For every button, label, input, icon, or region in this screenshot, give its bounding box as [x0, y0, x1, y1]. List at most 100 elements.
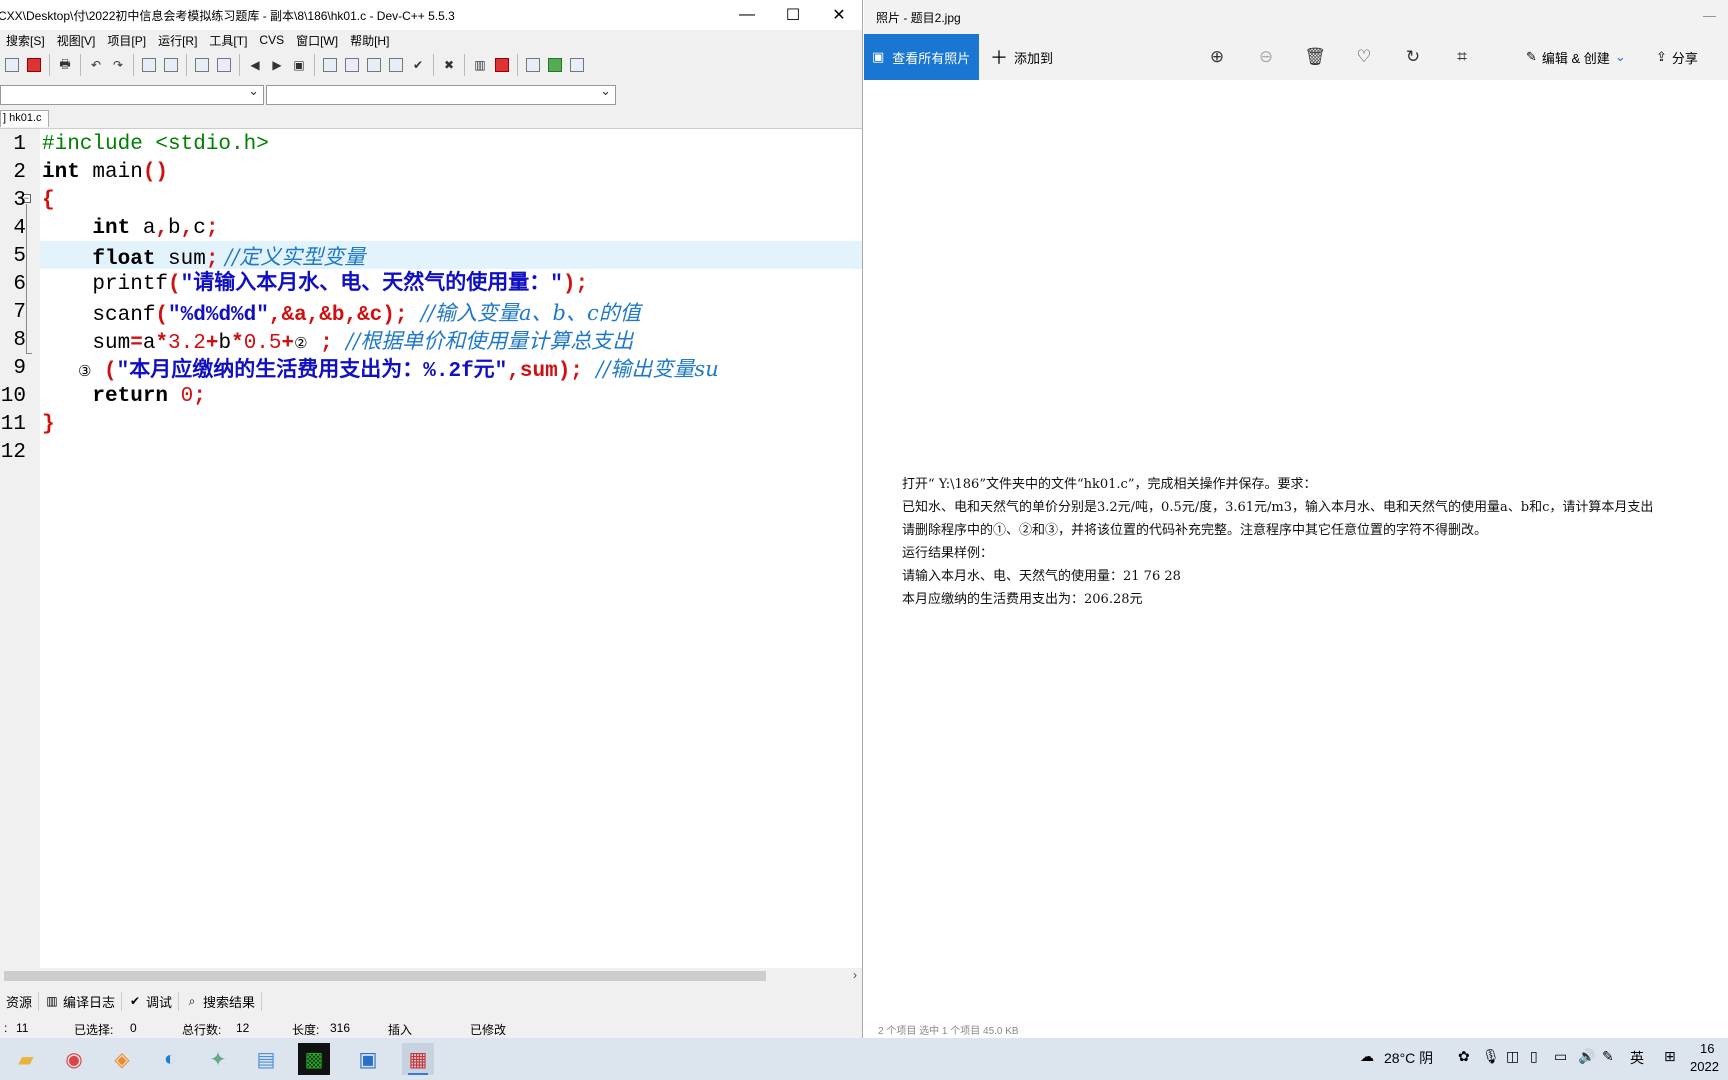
- close-all-icon[interactable]: [24, 55, 44, 75]
- clock-date[interactable]: 2022: [1690, 1059, 1719, 1074]
- add-to-button[interactable]: ＋ 添加到: [990, 34, 1053, 80]
- minimize-button[interactable]: —: [1703, 8, 1716, 23]
- menu-tools[interactable]: 工具[T]: [203, 32, 253, 49]
- code-line-3: {: [42, 187, 55, 215]
- pen-icon[interactable]: ✎: [1602, 1048, 1614, 1065]
- zoom-out-icon[interactable]: ⊖: [1255, 46, 1277, 68]
- tab-debug[interactable]: ✔ 调试: [122, 991, 180, 1011]
- info-icon[interactable]: [567, 55, 587, 75]
- app-icon[interactable]: ◈: [106, 1043, 138, 1075]
- zoom-in-icon[interactable]: ⊕: [1206, 46, 1228, 68]
- question-line: 已知水、电和天然气的单价分别是3.2元/吨，0.5元/度，3.61元/m3，输入…: [902, 500, 1654, 515]
- symbol-token: ;: [193, 385, 206, 408]
- class-combo[interactable]: [0, 83, 264, 105]
- stop-icon[interactable]: ✖: [439, 55, 459, 75]
- menu-search[interactable]: 搜索[S]: [0, 32, 51, 49]
- tray-app-icon[interactable]: ◫: [1506, 1048, 1519, 1065]
- bookmark-icon[interactable]: ▣: [289, 55, 309, 75]
- tab-hk01[interactable]: ] hk01.c: [0, 110, 49, 127]
- clock-time[interactable]: 16: [1700, 1041, 1714, 1056]
- tab-search-results[interactable]: ⌕ 搜索结果: [179, 991, 263, 1011]
- scrollbar-thumb[interactable]: [4, 971, 766, 981]
- ime-mode-icon[interactable]: ⊞: [1664, 1048, 1676, 1065]
- chart-icon[interactable]: ▥: [470, 55, 490, 75]
- export-icon[interactable]: [545, 55, 565, 75]
- insert-icon[interactable]: [214, 55, 234, 75]
- tool-icon[interactable]: ✦: [202, 1043, 234, 1075]
- symbol-token: ;: [205, 217, 219, 240]
- identifier-token: scanf: [42, 304, 156, 327]
- menu-bar: 搜索[S] 视图[V] 项目[P] 运行[R] 工具[T] CVS 窗口[W] …: [0, 30, 862, 50]
- view-all-photos-button[interactable]: ▣ 查看所有照片: [864, 34, 979, 80]
- heart-icon[interactable]: ♡: [1353, 46, 1375, 68]
- status-modified: 已修改: [470, 1023, 507, 1037]
- compile-run-icon[interactable]: [364, 55, 384, 75]
- menu-cvs[interactable]: CVS: [253, 33, 290, 47]
- tab-label: 编译日志: [63, 994, 116, 1010]
- minimize-button[interactable]: —: [724, 0, 770, 30]
- file-explorer-icon[interactable]: ▰: [10, 1043, 42, 1075]
- network-icon[interactable]: ▭: [1554, 1048, 1567, 1065]
- photo-canvas[interactable]: 打开“ Y:\186”文件夹中的文件“hk01.c”，完成相关操作并保存。要求：…: [864, 80, 1728, 1038]
- menu-window[interactable]: 窗口[W]: [290, 32, 344, 49]
- weather-icon[interactable]: ☁: [1360, 1048, 1374, 1065]
- rebuild-icon[interactable]: [386, 55, 406, 75]
- redo-icon[interactable]: ↷: [108, 55, 128, 75]
- back-icon[interactable]: ◀: [245, 55, 265, 75]
- close-button[interactable]: ✕: [816, 0, 862, 30]
- print-icon[interactable]: 🖶: [55, 55, 75, 75]
- new-project-icon[interactable]: [192, 55, 212, 75]
- pycharm-icon[interactable]: ▩: [298, 1043, 330, 1075]
- devcpp-app-icon[interactable]: ▦: [402, 1043, 434, 1075]
- horizontal-scrollbar[interactable]: ›: [0, 968, 862, 984]
- photos-app-icon[interactable]: ▣: [352, 1043, 384, 1075]
- weather-text[interactable]: 28°C 阴: [1384, 1048, 1433, 1068]
- undo-icon[interactable]: ↶: [86, 55, 106, 75]
- menu-help[interactable]: 帮助[H]: [344, 32, 395, 49]
- share-button[interactable]: ⇪ 分享: [1656, 34, 1698, 80]
- delete-icon[interactable]: 🗑: [1304, 46, 1326, 68]
- photos-titlebar[interactable]: 照片 - 题目2.jpg —: [864, 0, 1728, 34]
- tray-app-icon[interactable]: ✿: [1458, 1048, 1470, 1065]
- scroll-right-icon[interactable]: ›: [853, 968, 857, 982]
- forward-icon[interactable]: ▶: [267, 55, 287, 75]
- window-title: CXX\Desktop\付\2022初中信息会考模拟练习题库 - 副本\8\18…: [0, 8, 455, 23]
- symbol-token: ;: [205, 248, 219, 271]
- run-icon[interactable]: [342, 55, 362, 75]
- crop-icon[interactable]: ⌗: [1451, 46, 1473, 68]
- edge-icon[interactable]: ◐: [154, 1043, 186, 1075]
- bracket-token: (: [168, 273, 181, 296]
- replace-icon[interactable]: [161, 55, 181, 75]
- open-file-icon[interactable]: [2, 55, 22, 75]
- code-line-6: printf("请输入本月水、电、天然气的使用量：");: [42, 271, 588, 299]
- edit-create-button[interactable]: ✎ 编辑 & 创建 ⌄: [1526, 34, 1626, 80]
- notepad-icon[interactable]: ▤: [250, 1043, 282, 1075]
- syntax-check-icon[interactable]: ✔: [408, 55, 428, 75]
- debug-icon[interactable]: [492, 55, 512, 75]
- microphone-icon[interactable]: 🎙: [1482, 1048, 1500, 1065]
- compile-icon[interactable]: [320, 55, 340, 75]
- bracket-token: (: [91, 360, 117, 383]
- number-token: 0: [168, 385, 194, 408]
- rotate-icon[interactable]: ↻: [1402, 46, 1424, 68]
- copy-icon[interactable]: [523, 55, 543, 75]
- identifier-token: sum: [42, 332, 131, 355]
- code-line-4: int a,b,c;: [42, 215, 218, 243]
- battery-icon[interactable]: ▯: [1530, 1048, 1538, 1065]
- tab-compile-log[interactable]: ▥ 编译日志: [39, 991, 123, 1011]
- devcpp-titlebar[interactable]: CXX\Desktop\付\2022初中信息会考模拟练习题库 - 副本\8\18…: [0, 0, 862, 30]
- menu-run[interactable]: 运行[R]: [152, 32, 203, 49]
- menu-view[interactable]: 视图[V]: [51, 32, 102, 49]
- volume-icon[interactable]: 🔊: [1578, 1048, 1595, 1065]
- line-number: 8: [13, 329, 26, 352]
- maximize-button[interactable]: ☐: [770, 0, 816, 30]
- member-combo[interactable]: [266, 83, 616, 105]
- ime-indicator[interactable]: 英: [1630, 1048, 1644, 1068]
- code-editor[interactable]: − 1 2 3 4 5 6 7 8 9 10 11 12 #include <s…: [0, 128, 862, 969]
- find-icon[interactable]: [139, 55, 159, 75]
- menu-project[interactable]: 项目[P]: [101, 32, 152, 49]
- symbol-token: );: [562, 273, 589, 296]
- tab-resources[interactable]: 资源: [0, 991, 40, 1011]
- string-token: "请输入本月水、电、天然气的使用量：": [180, 273, 563, 296]
- chrome-icon[interactable]: ◉: [58, 1043, 90, 1075]
